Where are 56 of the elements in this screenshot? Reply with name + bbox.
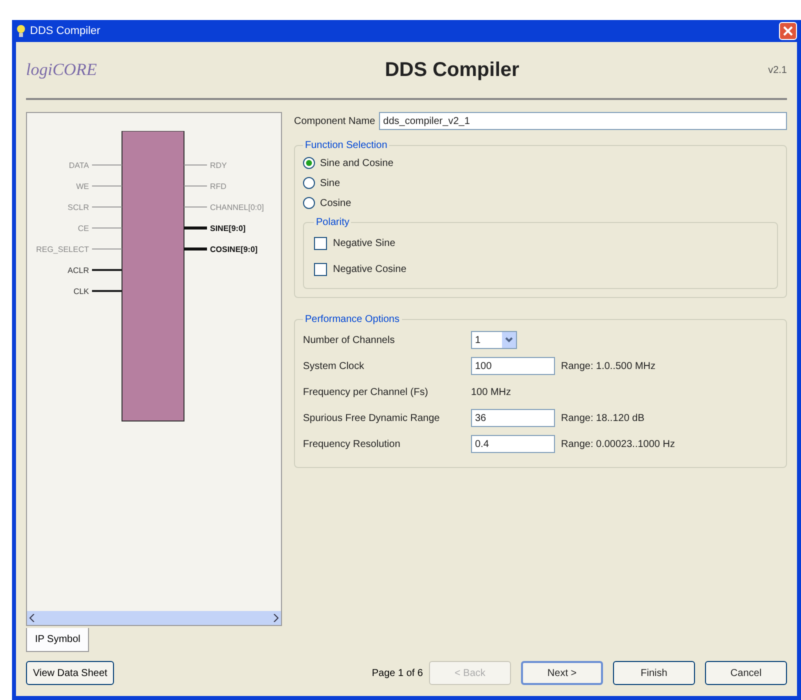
page-indicator: Page 1 of 6 [372,666,423,680]
radio-label: Sine and Cosine [320,156,394,170]
field-label: Spurious Free Dynamic Range [303,412,441,426]
group-title: Performance Options [304,313,400,327]
horizontal-scrollbar[interactable] [27,611,281,625]
field-label: Frequency Resolution [303,438,402,452]
checkbox[interactable] [314,236,327,250]
radio-label: Cosine [320,196,352,210]
bulb-icon [16,24,26,38]
radio-button[interactable] [303,157,315,169]
value-field[interactable]: 0.4 [471,435,555,453]
output-pin: CHANNEL[0:0] [184,203,264,212]
version-label: v2.1 [768,64,787,78]
output-pin: RFD [184,182,226,191]
window-title: DDS Compiler [30,24,100,39]
field-label: System Clock [303,360,366,374]
wizard-button[interactable]: Finish [613,661,695,685]
output-pin: RDY [184,161,227,170]
scroll-left-icon [29,614,35,622]
output-pin: COSINE[9:0] [184,245,258,254]
value-field[interactable]: 36 [471,409,555,427]
scroll-right-icon [273,614,279,622]
checkbox-label: Negative Sine [333,236,396,250]
output-pin: SINE[9:0] [184,224,246,233]
input-pin: CLK [73,287,122,296]
view-data-sheet-button[interactable]: View Data Sheet [26,661,114,685]
input-pin: ACLR [68,266,122,275]
checkbox-label: Negative Cosine [333,262,406,276]
range-hint: Range: 0.00023..1000 Hz [561,438,675,452]
dialog-heading: DDS Compiler [384,58,520,83]
input-pin: WE [76,182,122,191]
value-text: 100 MHz [471,386,512,400]
field-label: Frequency per Channel (Fs) [303,386,430,400]
field-label: Number of Channels [303,334,396,348]
close-button[interactable] [779,22,797,40]
range-hint: Range: 18..120 dB [561,412,644,426]
checkbox[interactable] [314,262,327,276]
close-icon [783,26,793,36]
channels-dropdown[interactable]: 1 [471,331,517,349]
radio-button[interactable] [303,177,315,189]
symbol-tab[interactable]: IP Symbol [26,628,90,652]
group-title: Function Selection [304,139,388,153]
value-field[interactable]: 100 [471,357,555,375]
group-title: Polarity [315,216,350,230]
field-label: Component Name [294,114,376,128]
input-pin: CE [78,224,122,233]
range-hint: Range: 1.0..500 MHz [561,360,656,374]
radio-button[interactable] [303,197,315,209]
wizard-button[interactable]: Next > [521,661,603,685]
wizard-button[interactable]: Cancel [705,661,787,685]
input-pin: SCLR [68,203,122,212]
input-pin: DATA [68,161,122,170]
input-pin: REG_SELECT [36,245,122,254]
radio-label: Sine [320,176,340,190]
component-name-field[interactable]: dds_compiler_v2_1 [379,112,787,130]
logo: logiCORE [26,59,98,82]
